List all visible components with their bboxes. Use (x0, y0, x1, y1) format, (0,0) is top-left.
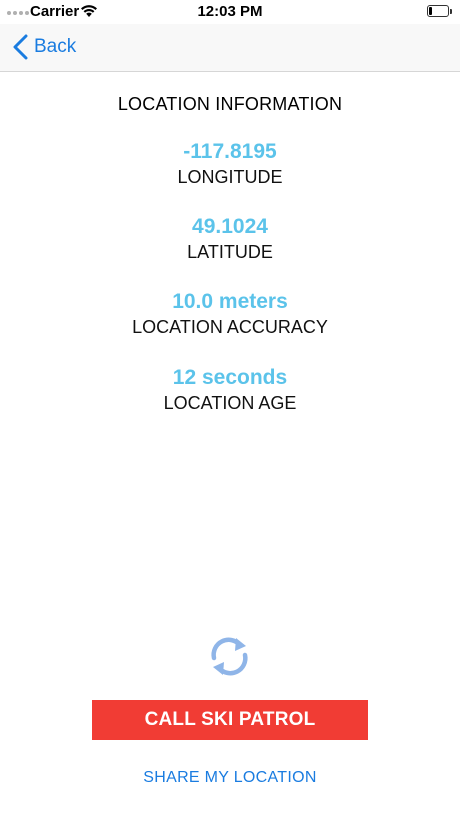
latitude-block: 49.1024 LATITUDE (0, 215, 460, 263)
age-value: 12 seconds (172, 366, 288, 389)
page-title: LOCATION INFORMATION (117, 94, 343, 114)
longitude-block: -117.8195 LONGITUDE (0, 140, 460, 188)
chevron-left-icon (13, 34, 28, 60)
battery-icon (427, 5, 452, 17)
longitude-label: LONGITUDE (177, 167, 283, 187)
status-bar: Carrier 12:03 PM (0, 0, 460, 24)
age-label: LOCATION AGE (163, 393, 297, 413)
accuracy-block: 10.0 meters LOCATION ACCURACY (0, 290, 460, 338)
latitude-label: LATITUDE (187, 242, 273, 262)
call-ski-patrol-button[interactable]: CALL SKI PATROL (92, 700, 368, 740)
navigation-bar: Back (0, 24, 460, 72)
age-block: 12 seconds LOCATION AGE (0, 366, 460, 414)
accuracy-value: 10.0 meters (172, 290, 288, 313)
accuracy-label: LOCATION ACCURACY (132, 317, 328, 337)
battery-fill (429, 7, 432, 15)
share-location-link[interactable]: SHARE MY LOCATION (0, 769, 460, 787)
longitude-value: -117.8195 (183, 140, 277, 163)
refresh-icon[interactable] (207, 634, 252, 679)
status-time: 12:03 PM (197, 3, 263, 20)
back-label: Back (34, 36, 77, 57)
back-button[interactable]: Back (12, 33, 76, 61)
latitude-value: 49.1024 (192, 215, 268, 238)
